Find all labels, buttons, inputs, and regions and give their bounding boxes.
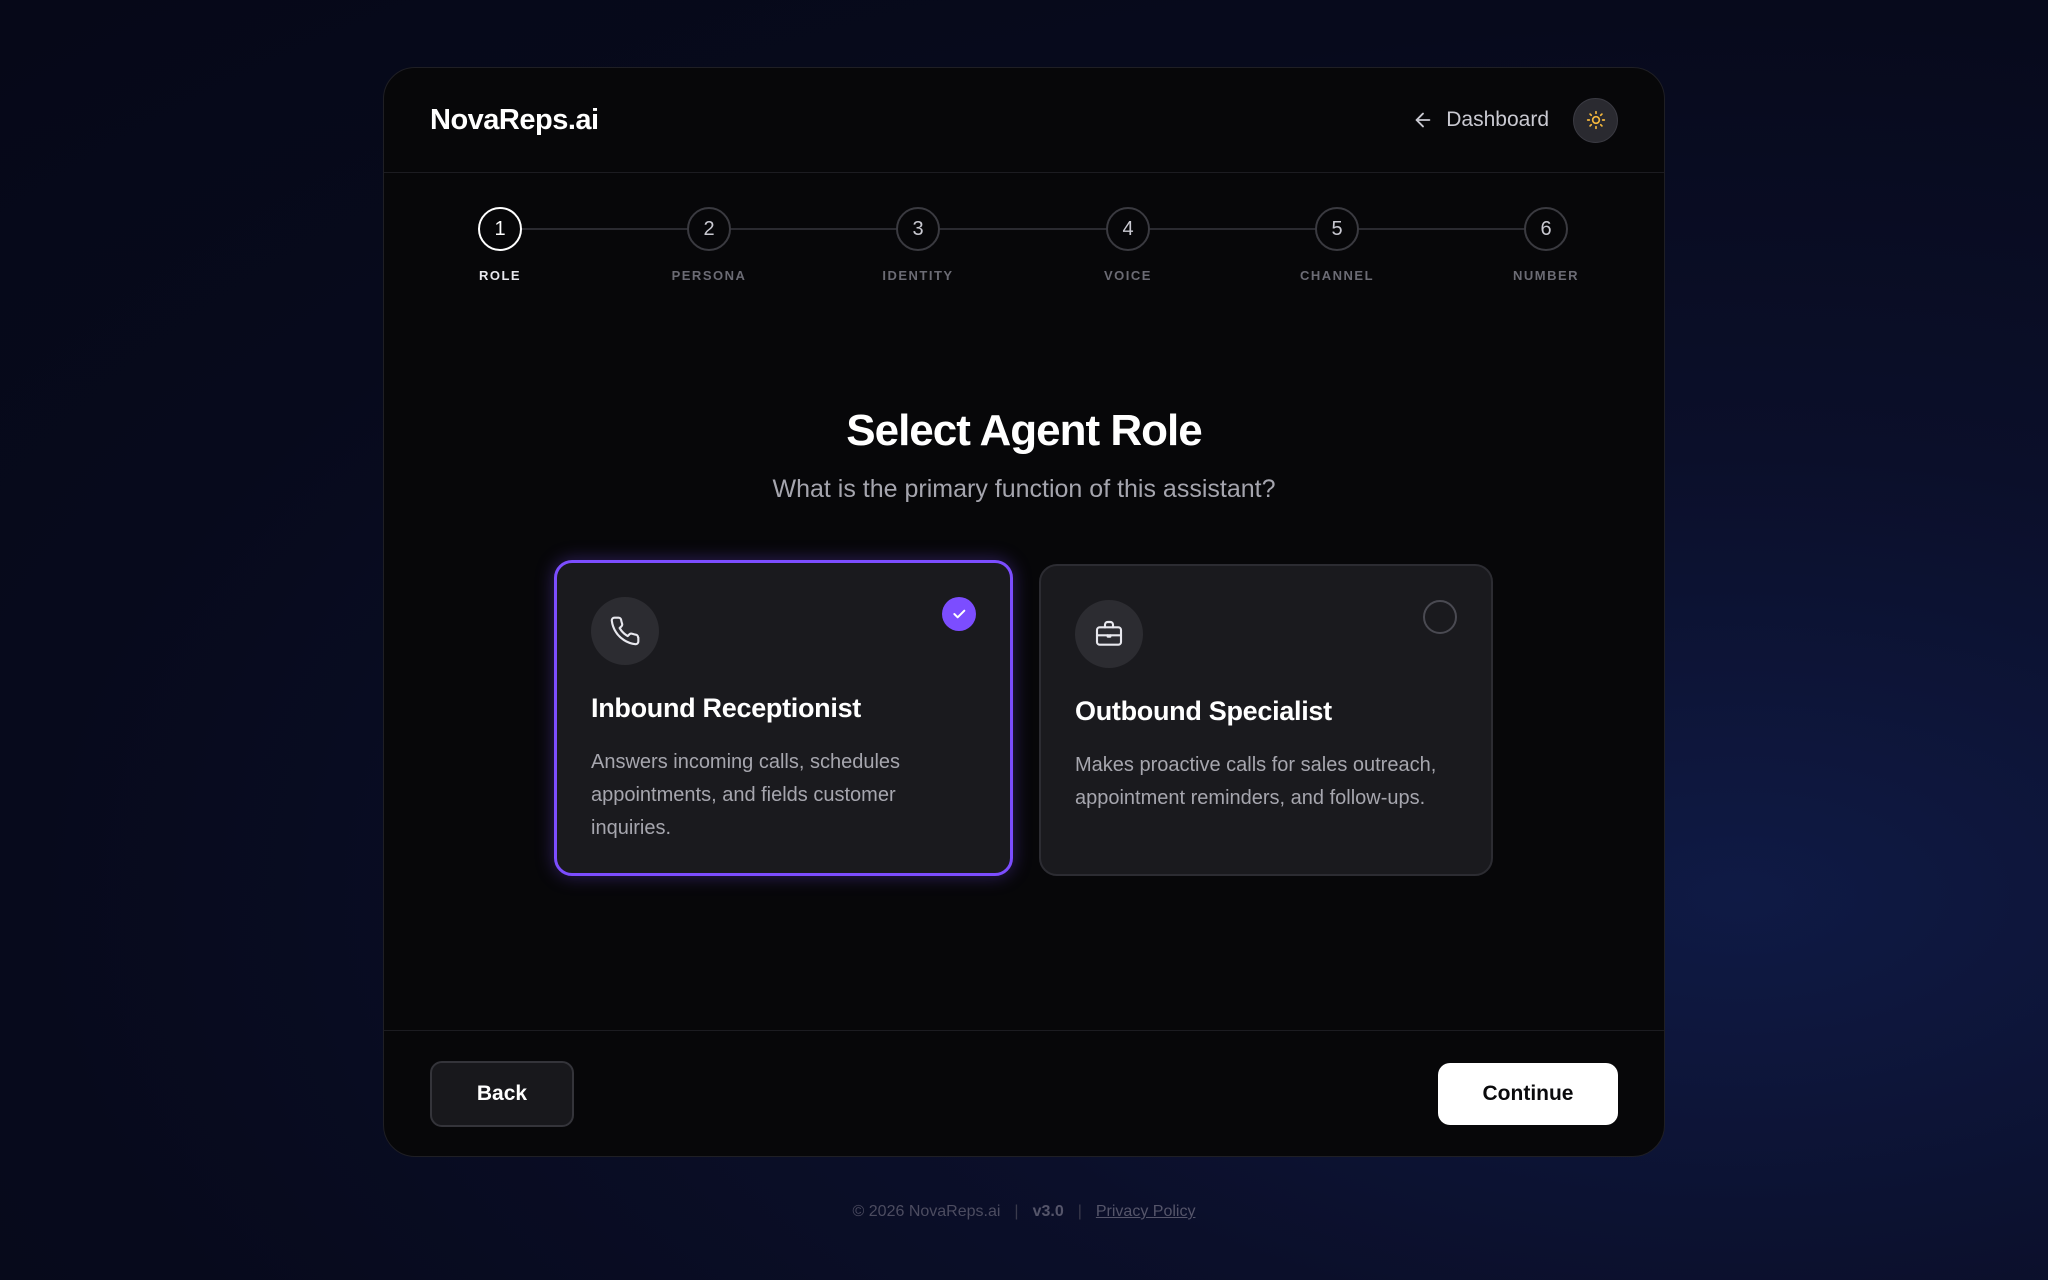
card-description: Makes proactive calls for sales outreach…	[1075, 754, 1437, 809]
theme-toggle-button[interactable]	[1573, 97, 1618, 143]
card-icon-circle	[591, 597, 659, 665]
step-persona[interactable]: 2 PERSONA	[649, 207, 769, 283]
step-number-step[interactable]: 6 NUMBER	[1486, 207, 1606, 283]
selected-check-badge	[942, 597, 976, 631]
step-number: 1	[478, 207, 522, 251]
back-button[interactable]: Back	[430, 1061, 574, 1127]
step-label: ROLE	[478, 268, 522, 283]
onboarding-panel: NovaReps.ai Dashboard 1 ROLE 2 PERSONA 3…	[383, 67, 1665, 1157]
step-label: IDENTITY	[882, 268, 954, 283]
dashboard-link-label: Dashboard	[1446, 108, 1549, 131]
role-card-outbound[interactable]: Outbound Specialist Makes proactive call…	[1039, 564, 1493, 876]
step-number: 6	[1524, 207, 1568, 251]
unselected-radio[interactable]	[1423, 600, 1457, 634]
step-label: CHANNEL	[1299, 268, 1375, 283]
dashboard-link[interactable]: Dashboard	[1412, 108, 1549, 132]
step-number: 5	[1315, 207, 1359, 251]
step-label: VOICE	[1104, 268, 1152, 283]
arrow-left-icon	[1415, 112, 1431, 128]
step-number: 3	[896, 207, 940, 251]
header: NovaReps.ai Dashboard	[384, 68, 1664, 173]
check-icon	[953, 609, 966, 619]
header-actions: Dashboard	[1412, 97, 1618, 143]
step-label: NUMBER	[1512, 268, 1580, 283]
continue-button[interactable]: Continue	[1438, 1063, 1618, 1125]
sun-icon	[1586, 110, 1605, 130]
step-label: PERSONA	[671, 268, 747, 283]
action-bar: Back Continue	[384, 1030, 1664, 1156]
footer-divider: |	[1077, 1203, 1082, 1220]
page-title: Select Agent Role	[846, 406, 1202, 455]
copyright-text: © 2026 NovaReps.ai	[852, 1203, 1001, 1220]
footer-divider: |	[1014, 1203, 1019, 1220]
step-role[interactable]: 1 ROLE	[440, 207, 560, 283]
card-title: Outbound Specialist	[1075, 696, 1332, 726]
briefcase-icon	[1095, 620, 1123, 646]
privacy-policy-link[interactable]: Privacy Policy	[1096, 1203, 1196, 1221]
step-number: 2	[687, 207, 731, 251]
phone-icon	[610, 616, 640, 646]
role-card-inbound[interactable]: Inbound Receptionist Answers incoming ca…	[554, 560, 1013, 876]
card-title: Inbound Receptionist	[591, 693, 861, 723]
card-description: Answers incoming calls, schedules appoin…	[591, 751, 901, 839]
step-voice[interactable]: 4 VOICE	[1068, 207, 1188, 283]
step-number: 4	[1106, 207, 1150, 251]
version-label: v3.0	[1032, 1203, 1064, 1220]
page-footer: © 2026 NovaReps.ai | v3.0 | Privacy Poli…	[0, 1203, 2048, 1221]
step-channel[interactable]: 5 CHANNEL	[1277, 207, 1397, 283]
page-subtitle: What is the primary function of this ass…	[772, 475, 1276, 503]
step-identity[interactable]: 3 IDENTITY	[858, 207, 978, 283]
card-icon-circle	[1075, 600, 1143, 668]
brand-logo[interactable]: NovaReps.ai	[430, 104, 599, 137]
